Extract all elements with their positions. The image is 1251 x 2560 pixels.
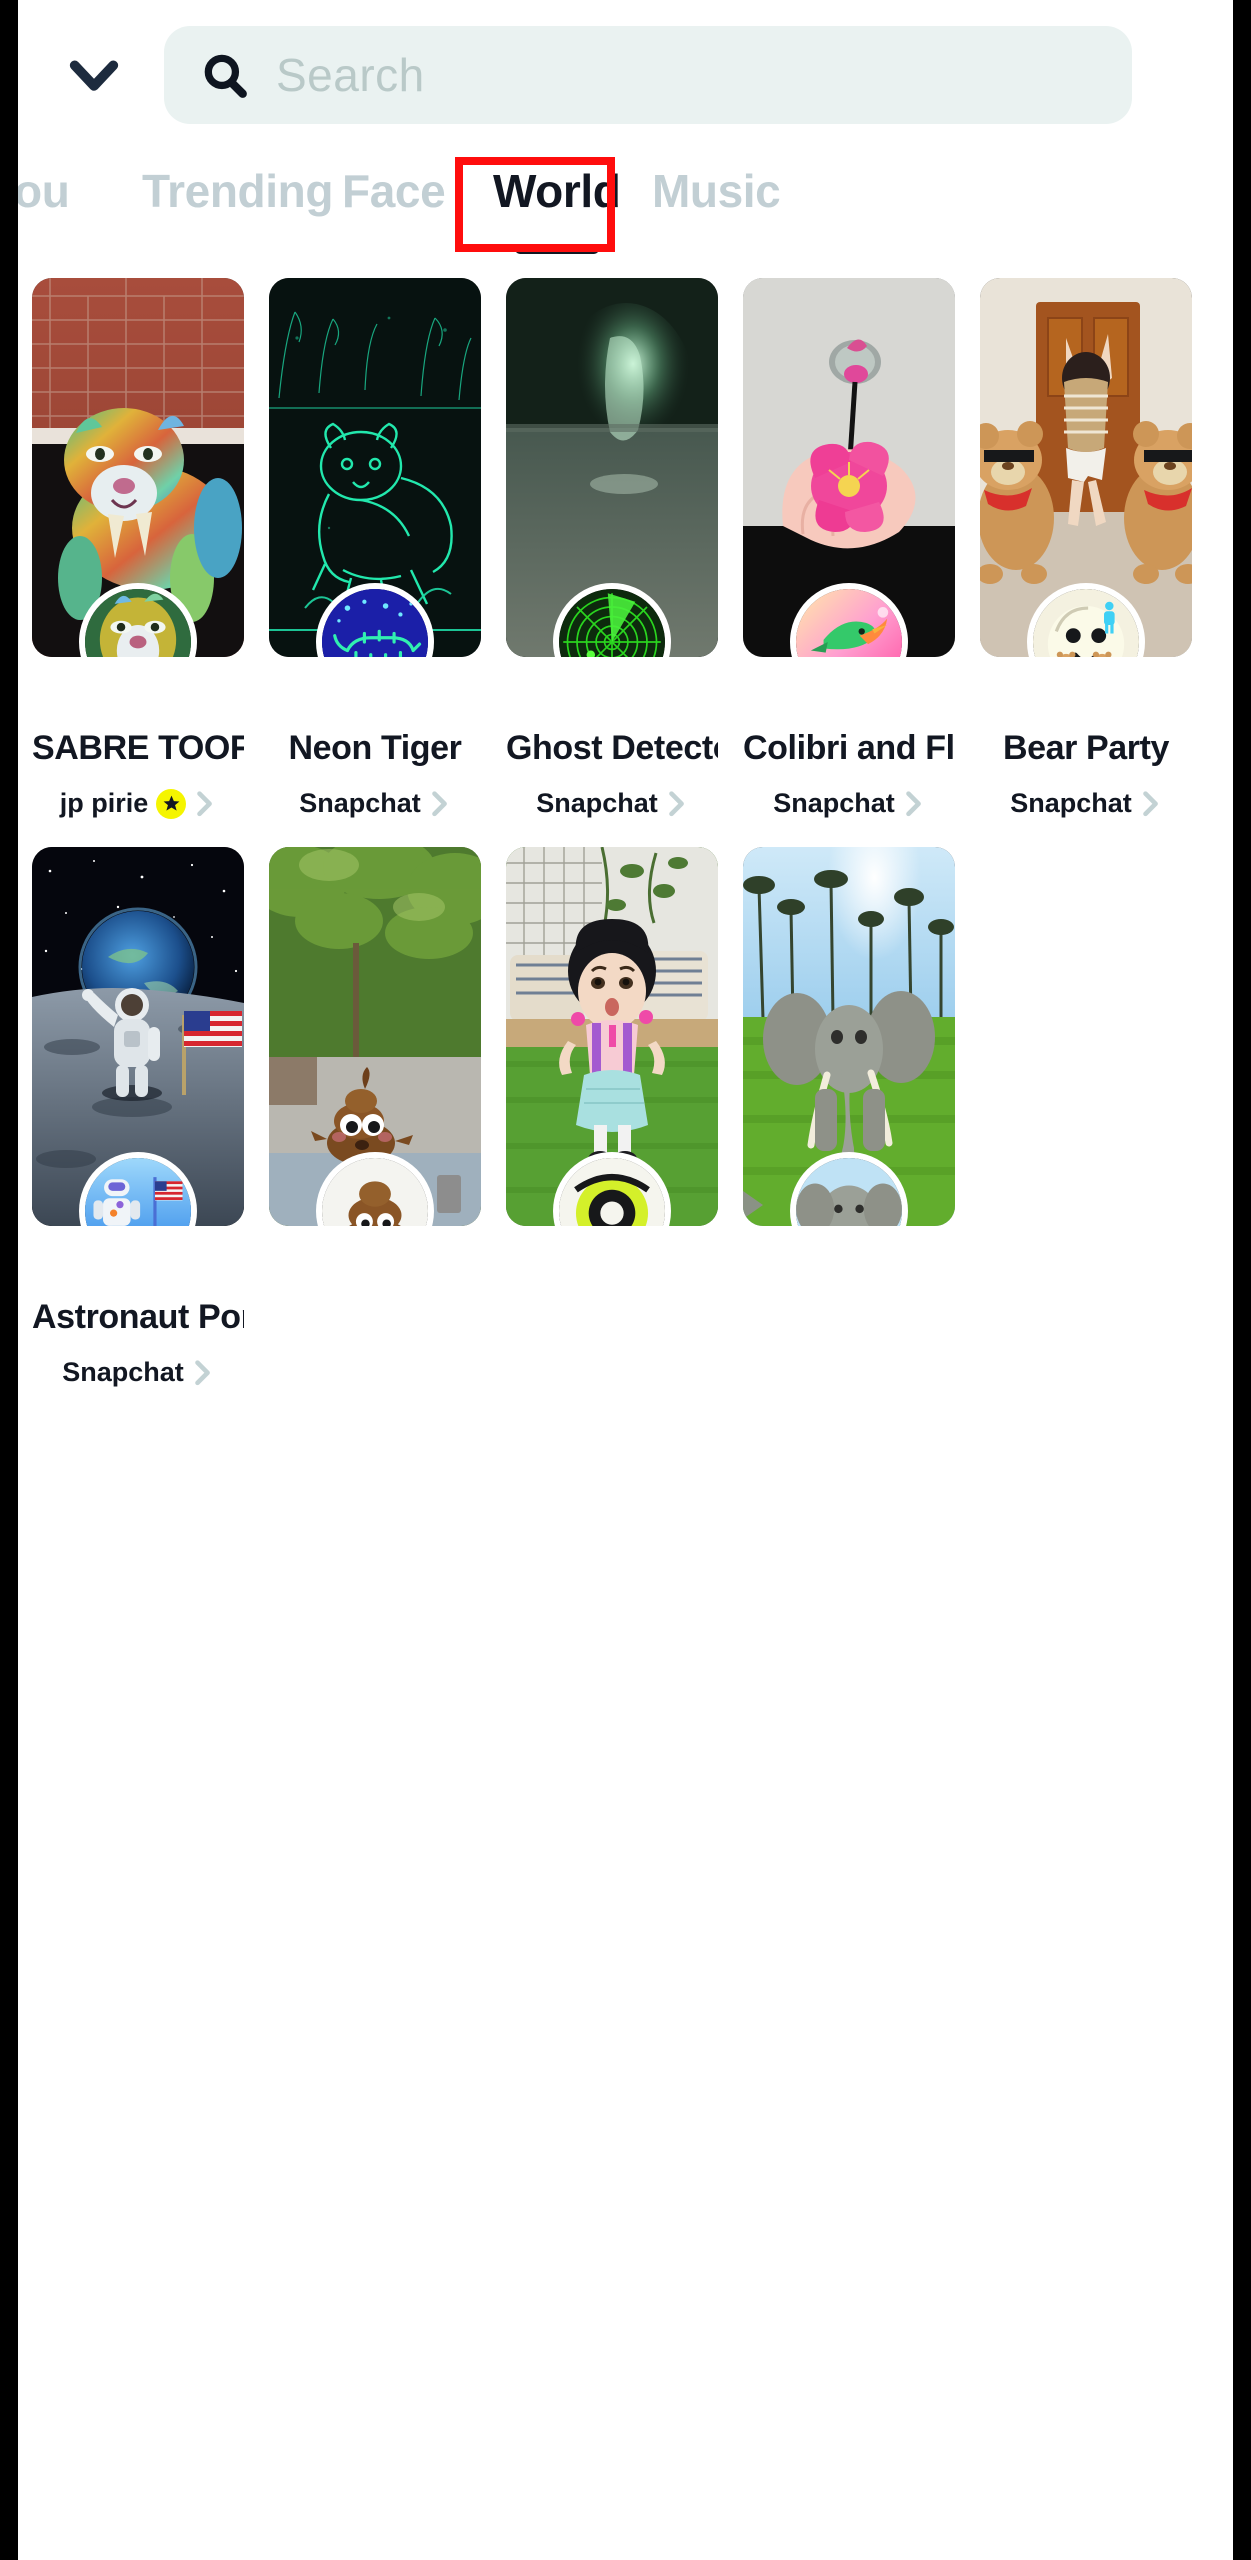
search-input[interactable]: Search <box>164 26 1132 124</box>
neon-tiger-avatar <box>322 589 428 657</box>
search-icon <box>200 50 250 100</box>
tab-bar: ou Trending Face World Music <box>18 150 1233 262</box>
lens-author[interactable]: jp pirie <box>32 788 244 819</box>
astronaut-avatar <box>85 1158 191 1226</box>
poop-avatar <box>322 1158 428 1226</box>
lens-title: Ghost Detector <box>506 729 718 767</box>
ghost-detector-thumbnail[interactable] <box>506 278 718 657</box>
lens-title: SABRE TOOF... <box>32 729 244 767</box>
lens-card[interactable] <box>269 847 481 1388</box>
lens-card[interactable]: Astronaut Por... Snapchat <box>32 847 244 1388</box>
lens-card[interactable]: Ghost Detector Snapchat <box>506 278 718 819</box>
sabre-tooth-tiger-thumbnail[interactable] <box>32 278 244 657</box>
tab-face[interactable]: Face <box>342 164 446 218</box>
hummingbird-flower-avatar <box>796 589 902 657</box>
lens-author[interactable]: Snapchat <box>980 788 1192 819</box>
lens-author-name: Snapchat <box>1010 788 1132 818</box>
tab-trending[interactable]: Trending <box>142 164 333 218</box>
tab-music[interactable]: Music <box>652 164 781 218</box>
lens-card[interactable]: Colibri and Fl... Snapchat <box>743 278 955 819</box>
lens-title: Bear Party <box>1002 729 1170 767</box>
lens-card[interactable]: SABRE TOOF... jp pirie <box>32 278 244 819</box>
lens-author-name: Snapchat <box>62 1357 184 1387</box>
chevron-right-icon <box>666 790 688 818</box>
astronaut-portal-thumbnail[interactable] <box>32 847 244 1226</box>
lens-card[interactable]: Bear Party Snapchat <box>980 278 1192 819</box>
bear-party-avatar <box>1033 589 1139 657</box>
baby-girl-thumbnail[interactable] <box>506 847 718 1226</box>
lens-author[interactable]: Snapchat <box>506 788 718 819</box>
lens-author-name: Snapchat <box>299 788 421 818</box>
lens-author[interactable]: Snapchat <box>743 788 955 819</box>
sabre-tooth-tiger-avatar <box>85 589 191 657</box>
lens-card[interactable] <box>743 847 955 1388</box>
tab-for-you[interactable]: ou <box>18 164 70 218</box>
chevron-right-icon <box>192 1359 214 1387</box>
lens-title: Astronaut Por... <box>32 1298 244 1336</box>
verified-star-icon <box>156 788 187 819</box>
baby-face-avatar <box>559 1158 665 1226</box>
phone-screen: Search ou Trending Face World Music SABR… <box>18 0 1233 2560</box>
search-placeholder: Search <box>276 49 425 101</box>
bear-party-thumbnail[interactable] <box>980 278 1192 657</box>
lens-author[interactable]: Snapchat <box>269 788 481 819</box>
active-tab-underline <box>514 244 599 254</box>
colibri-flower-thumbnail[interactable] <box>743 278 955 657</box>
tab-world[interactable]: World <box>493 164 621 254</box>
lens-author-name: Snapchat <box>536 788 658 818</box>
dancing-poop-thumbnail[interactable] <box>269 847 481 1226</box>
chevron-right-icon <box>194 790 216 818</box>
lens-card[interactable] <box>506 847 718 1388</box>
lens-grid: SABRE TOOF... jp pirie <box>18 278 1233 1416</box>
tab-world-label: World <box>493 165 621 217</box>
chevron-right-icon <box>903 790 925 818</box>
lens-title: Neon Tiger <box>288 729 462 767</box>
lens-author[interactable]: Snapchat <box>32 1357 244 1388</box>
radar-avatar <box>559 589 665 657</box>
lens-author-name: jp pirie <box>59 788 149 818</box>
lens-author-name: Snapchat <box>773 788 895 818</box>
chevron-down-icon[interactable] <box>48 29 140 121</box>
lens-title: Colibri and Fl... <box>743 729 955 767</box>
top-bar: Search <box>18 0 1233 150</box>
neon-tiger-thumbnail[interactable] <box>269 278 481 657</box>
lens-card[interactable]: Neon Tiger Snapchat <box>269 278 481 819</box>
chevron-right-icon <box>429 790 451 818</box>
chevron-right-icon <box>1140 790 1162 818</box>
elephant-avatar <box>796 1158 902 1226</box>
elephant-thumbnail[interactable] <box>743 847 955 1226</box>
